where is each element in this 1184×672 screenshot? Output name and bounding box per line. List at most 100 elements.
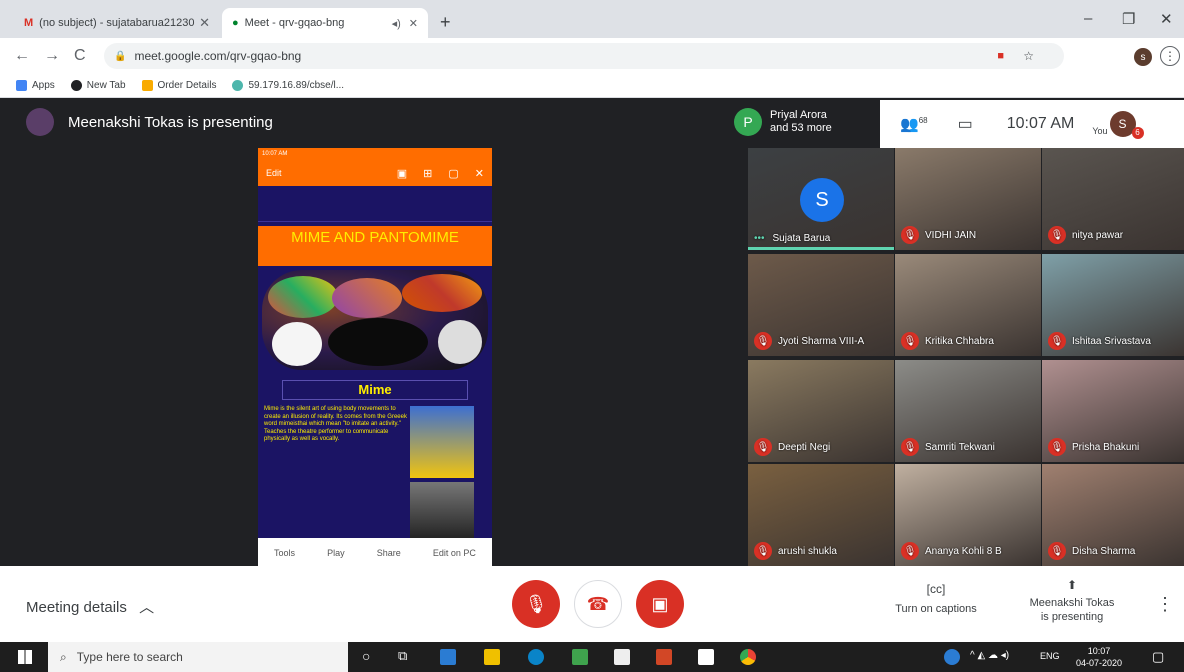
new-tab-button[interactable]: + xyxy=(440,12,451,33)
participant-tile[interactable]: 🎙 Prisha Bhakuni xyxy=(1042,360,1184,462)
chrome-icon[interactable] xyxy=(740,649,756,665)
bookmarks-bar: Apps New Tab Order Details 59.179.16.89/… xyxy=(0,74,1184,98)
participant-tile[interactable]: 🎙 Ananya Kohli 8 B xyxy=(895,464,1041,566)
word-icon[interactable] xyxy=(656,649,672,665)
expand-icon: ▢ xyxy=(448,167,459,180)
star-icon[interactable]: ☆ xyxy=(1023,49,1034,63)
participant-tile[interactable]: 🎙 arushi shukla xyxy=(748,464,894,566)
camera-off-icon: ▣ xyxy=(651,593,669,614)
you-label: You xyxy=(1092,126,1108,136)
phone-bottom-nav: Tools Play Share Edit on PC xyxy=(258,538,492,568)
participant-tile[interactable]: 🎙 Kritika Chhabra xyxy=(895,254,1041,356)
taskbar-app-icon[interactable] xyxy=(440,649,456,665)
captions-button[interactable]: [cc] Turn on captions xyxy=(886,582,986,616)
mic-off-icon: 🎙 xyxy=(754,332,772,350)
taskbar-app-icon[interactable] xyxy=(572,649,588,665)
more-options-icon[interactable]: ⋮ xyxy=(1156,594,1174,615)
mime-photo xyxy=(410,406,474,478)
address-bar[interactable]: 🔒 meet.google.com/qrv-gqao-bng ■ ☆ xyxy=(104,43,1064,69)
forward-icon[interactable]: → xyxy=(44,47,60,65)
language-indicator[interactable]: ENG xyxy=(1040,651,1060,661)
bookmark-new-tab[interactable]: New Tab xyxy=(70,80,126,91)
participant-tile[interactable]: 🎙 Deepti Negi xyxy=(748,360,894,462)
participant-tile[interactable]: 🎙 nitya pawar xyxy=(1042,148,1184,250)
shared-screen: 10:07 AM Edit ▣ ⊞ ▢ ✕ MIME AND PANTOMIME… xyxy=(258,148,492,568)
tab-gmail[interactable]: M (no subject) - sujatabarua21230 ✕ xyxy=(14,8,220,38)
browser-toolbar: ← → C 🔒 meet.google.com/qrv-gqao-bng ■ ☆… xyxy=(0,38,1184,74)
participant-name: 🎙 Prisha Bhakuni xyxy=(1048,438,1139,456)
tools-item: Tools xyxy=(274,548,296,558)
leave-call-button[interactable]: ☎ xyxy=(574,580,622,628)
camera-blocked-icon[interactable]: ■ xyxy=(997,50,1004,62)
meeting-details-button[interactable]: Meeting details ︿ xyxy=(26,596,154,617)
edge-icon[interactable] xyxy=(528,649,544,665)
windows-taskbar: ⌕ Type here to search ○ ⧉ ^ ◭ ☁ ◂) ENG 1… xyxy=(0,642,1184,672)
mic-off-icon: 🎙 xyxy=(754,438,772,456)
tab-strip: M (no subject) - sujatabarua21230 ✕ ● Me… xyxy=(0,0,1184,38)
participant-name: 🎙 Ananya Kohli 8 B xyxy=(901,542,1002,560)
people-chip[interactable]: P Priyal Arora and 53 more xyxy=(734,104,832,140)
people-icon[interactable]: 👥68 xyxy=(900,115,928,133)
meet-controls: Meeting details ︿ 🎙 ☎ ▣ [cc] Turn on cap… xyxy=(0,566,1184,642)
back-icon[interactable]: ← xyxy=(14,47,30,65)
participant-tile[interactable]: 🎙 VIDHI JAIN xyxy=(895,148,1041,250)
slide-heading: Mime xyxy=(282,380,468,400)
chat-icon[interactable]: ▭ xyxy=(958,114,973,134)
camera-off-button[interactable]: ▣ xyxy=(636,580,684,628)
tray-icons[interactable]: ^ ◭ ☁ ◂) xyxy=(970,650,1009,661)
participant-tile[interactable]: 🎙 Ishitaa Srivastava xyxy=(1042,254,1184,356)
audio-icon[interactable]: ◂) xyxy=(392,17,401,30)
bookmark-order-details[interactable]: Order Details xyxy=(141,80,216,91)
notification-icon[interactable]: ▢ xyxy=(1152,649,1164,665)
participant-name: 🎙 Samriti Tekwani xyxy=(901,438,995,456)
hangup-icon: ☎ xyxy=(586,593,610,614)
phone-status-bar: 10:07 AM xyxy=(258,148,492,160)
tab-meet[interactable]: ● Meet - qrv-gqao-bng ◂) ✕ xyxy=(222,8,428,38)
participant-tile[interactable]: 🎙 Disha Sharma xyxy=(1042,464,1184,566)
mic-off-icon: 🎙 xyxy=(901,542,919,560)
taskbar-search[interactable]: ⌕ Type here to search xyxy=(48,642,348,672)
store-icon[interactable] xyxy=(614,649,630,665)
mic-off-button[interactable]: 🎙 xyxy=(512,580,560,628)
chaplin-photo xyxy=(410,482,474,540)
gmail-icon: M xyxy=(24,17,34,29)
slide-title: MIME AND PANTOMIME xyxy=(258,226,492,266)
grid-icon: ⊞ xyxy=(423,167,433,180)
site-icon xyxy=(232,80,244,91)
participant-name: 🎙 VIDHI JAIN xyxy=(901,226,976,244)
globe-icon xyxy=(70,80,82,91)
phone-toolbar: Edit ▣ ⊞ ▢ ✕ xyxy=(258,160,492,186)
bookmark-cbse[interactable]: 59.179.16.89/cbse/l... xyxy=(232,80,344,91)
close-window-icon[interactable]: ✕ xyxy=(1160,10,1173,28)
active-speaker-bar xyxy=(748,247,894,250)
reload-icon[interactable]: C xyxy=(74,47,86,65)
notification-badge: 6 xyxy=(1131,127,1144,139)
windows-start-icon[interactable] xyxy=(18,650,32,664)
mic-off-icon: 🎙 xyxy=(901,332,919,350)
task-view-icon[interactable]: ⧉ xyxy=(398,648,407,664)
bookmark-apps[interactable]: Apps xyxy=(16,80,55,91)
profile-avatar[interactable]: s xyxy=(1134,48,1152,66)
help-icon[interactable] xyxy=(944,649,960,665)
restore-icon[interactable]: ❐ xyxy=(1122,10,1135,28)
menu-icon[interactable]: ⋮ xyxy=(1160,46,1180,66)
taskbar-clock[interactable]: 10:07 04-07-2020 xyxy=(1076,645,1122,669)
mic-off-icon: 🎙 xyxy=(524,593,548,614)
participant-name: 🎙 arushi shukla xyxy=(754,542,837,560)
meet-top-right: 👥68 ▭ 10:07 AM You S 6 xyxy=(880,100,1184,148)
file-explorer-icon[interactable] xyxy=(484,649,500,665)
participant-tile[interactable]: 🎙 Jyoti Sharma VIII-A xyxy=(748,254,894,356)
search-icon: ⌕ xyxy=(60,649,67,664)
participant-avatar: S xyxy=(800,178,844,222)
participant-tile[interactable]: S ••• Sujata Barua xyxy=(748,148,894,250)
dropbox-icon[interactable] xyxy=(698,649,714,665)
close-tab-icon[interactable]: ✕ xyxy=(409,17,418,30)
minimize-icon[interactable]: – xyxy=(1084,10,1092,27)
captions-icon: [cc] xyxy=(926,582,946,596)
participant-tile[interactable]: 🎙 Samriti Tekwani xyxy=(895,360,1041,462)
presenting-button[interactable]: ⬆ Meenakshi Tokas is presenting xyxy=(1020,578,1124,624)
mic-off-icon: 🎙 xyxy=(1048,332,1066,350)
people-avatar: P xyxy=(734,108,762,136)
close-tab-icon[interactable]: ✕ xyxy=(199,15,210,31)
cortana-icon[interactable]: ○ xyxy=(362,648,370,664)
